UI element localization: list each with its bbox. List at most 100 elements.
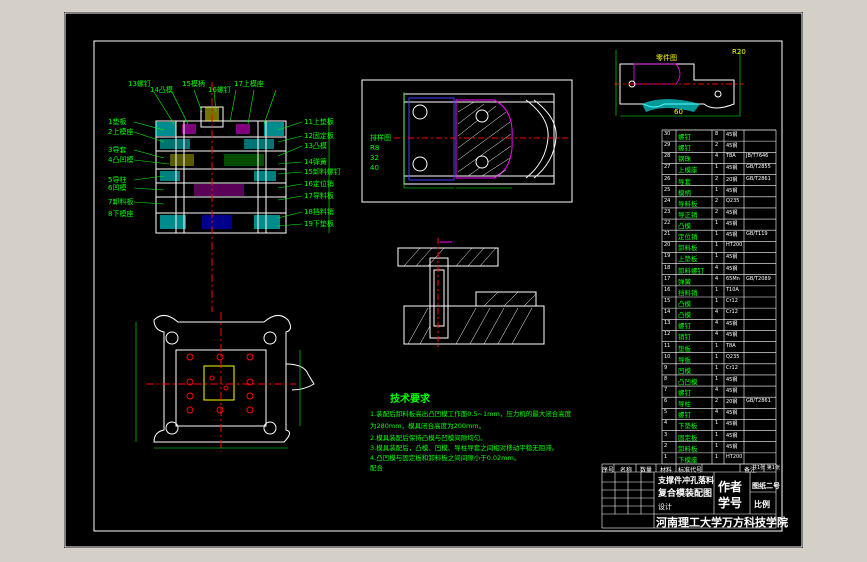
parts-cell-name: 挡料销: [678, 288, 698, 297]
parts-cell-name: 卸料板: [678, 444, 698, 453]
parts-cell-material: 45钢: [726, 165, 738, 172]
parts-cell-no: 20: [664, 242, 671, 249]
section-label: 11上垫板: [304, 118, 334, 126]
parts-cell-std: GB/T2855: [746, 164, 771, 171]
parts-cell-qty: 2: [715, 398, 719, 405]
parts-cell-name: 固定板: [678, 433, 698, 442]
parts-cell-name: 导柱: [678, 400, 691, 409]
parts-cell-std: GB/T2861: [746, 175, 771, 182]
workpiece-view: [614, 50, 744, 117]
parts-cell-name: 模柄: [678, 188, 691, 197]
parts-cell-qty: 1: [715, 342, 719, 349]
parts-cell-material: Q235: [726, 353, 740, 360]
parts-cell-no: 14: [664, 309, 671, 316]
parts-cell-material: 45钢: [726, 132, 738, 138]
parts-cell-name: 导板: [678, 355, 691, 364]
parts-cell-qty: 2: [715, 142, 719, 149]
parts-cell-no: 9: [664, 364, 668, 371]
header-std: 标准代号: [678, 467, 703, 474]
header-no: 序号: [602, 467, 615, 474]
section-label: 3导套: [108, 146, 127, 154]
parts-cell-qty: 4: [715, 331, 719, 338]
tech-line: 为280mm，模具闭合高度为200mm。: [370, 422, 486, 430]
section-label: 8下模座: [108, 210, 134, 218]
parts-cell-qty: 4: [715, 264, 719, 271]
parts-cell-name: 螺钉: [678, 411, 691, 420]
parts-cell-no: 4: [664, 420, 668, 427]
parts-cell-material: 20钢: [726, 176, 738, 183]
parts-cell-no: 10: [664, 353, 671, 360]
parts-cell-no: 2: [664, 442, 668, 449]
tech-line: 配合: [370, 464, 383, 472]
parts-cell-qty: 1: [715, 220, 719, 227]
strip-dim-width: 40: [370, 164, 379, 172]
section-label: 15卸料螺钉: [304, 168, 341, 176]
parts-cell-name: 钢珠: [678, 155, 691, 164]
parts-cell-no: 27: [664, 164, 671, 171]
section-label: 5导柱: [108, 176, 127, 184]
parts-cell-no: 29: [664, 142, 671, 149]
parts-cell-qty: 1: [715, 242, 719, 249]
section-label: 14凸模: [150, 86, 173, 94]
parts-cell-no: 25: [664, 186, 671, 193]
parts-cell-name: 垫板: [678, 344, 691, 353]
tech-line: 1.装配后卸料板高出凸凹模工作面0.5~1mm，压力机的最大闭合高度: [370, 410, 572, 418]
drawing-sheet: 1垫板 2上模座 3导套 4凸凹模 5导柱 6凹模 7卸料板 8下模座 11上垫板 12固定板 1…: [64, 12, 803, 548]
section-label: 13螺钉: [128, 80, 151, 88]
parts-cell-qty: 1: [715, 298, 719, 304]
parts-cell-material: 45钢: [726, 410, 738, 417]
parts-cell-no: 13: [664, 320, 671, 327]
parts-cell-name: 销钉: [678, 333, 691, 342]
parts-cell-material: HT200: [726, 453, 743, 460]
parts-cell-name: 下垫板: [678, 422, 698, 431]
parts-cell-name: 定位销: [678, 233, 698, 242]
parts-cell-no: 24: [664, 197, 671, 204]
parts-cell-no: 28: [664, 153, 671, 160]
parts-cell-material: 20钢: [726, 399, 738, 406]
parts-cell-material: 45钢: [726, 232, 738, 239]
parts-cell-material: HT200: [726, 242, 743, 249]
parts-cell-qty: 4: [715, 409, 719, 416]
section-label: 17上模座: [234, 80, 264, 88]
parts-cell-no: 8: [664, 375, 668, 382]
parts-cell-name: 弹簧: [678, 277, 691, 286]
drawing-name-2: 复合模装配图: [658, 489, 713, 499]
parts-cell-no: 6: [664, 398, 668, 405]
parts-cell-qty: 1: [715, 286, 719, 293]
parts-cell-material: 45钢: [726, 209, 738, 216]
parts-cell-name: 凸凹模: [678, 377, 698, 386]
parts-cell-material: 45钢: [726, 421, 738, 428]
plan-view: [135, 312, 315, 452]
parts-cell-no: 11: [664, 342, 671, 349]
parts-cell-name: 凹模: [678, 366, 691, 375]
parts-cell-material: 45钢: [726, 221, 738, 228]
section-label: 16定位销: [304, 180, 334, 188]
workpiece-dim-radius: R20: [732, 48, 746, 56]
parts-cell-material: 45钢: [726, 388, 738, 395]
strip-dim-radius: R8: [370, 144, 380, 152]
parts-cell-name: 凸模: [678, 222, 691, 231]
tech-line: 2.模具装配后保持凸模与凹模间隙均匀。: [370, 434, 487, 442]
parts-cell-material: Q235: [726, 197, 740, 204]
strip-title: 排样图: [370, 134, 391, 142]
tech-title: 技术要求: [390, 394, 430, 405]
parts-cell-name: 螺钉: [678, 322, 691, 331]
parts-cell-name: 下模座: [678, 455, 698, 464]
parts-cell-qty: 2: [715, 175, 719, 182]
section-label: 4凸凹模: [108, 156, 134, 164]
parts-cell-material: 45钢: [726, 254, 738, 261]
parts-cell-material: Cr12: [726, 298, 738, 304]
parts-cell-no: 17: [664, 275, 671, 282]
section-label: 7卸料板: [108, 198, 134, 206]
parts-cell-no: 21: [664, 231, 671, 238]
header-material: 材料: [660, 467, 673, 474]
workpiece-title: 零件图: [656, 54, 677, 62]
section-label: 18挡料销: [304, 208, 334, 216]
section-label: 12固定板: [304, 132, 334, 140]
parts-cell-std: JB/T7646: [746, 153, 769, 160]
designer-label: 设计: [658, 503, 672, 511]
parts-cell-qty: 1: [715, 253, 719, 260]
parts-cell-material: Cr12: [726, 309, 738, 316]
parts-cell-qty: 2: [715, 197, 719, 204]
parts-cell-qty: 4: [715, 387, 719, 394]
